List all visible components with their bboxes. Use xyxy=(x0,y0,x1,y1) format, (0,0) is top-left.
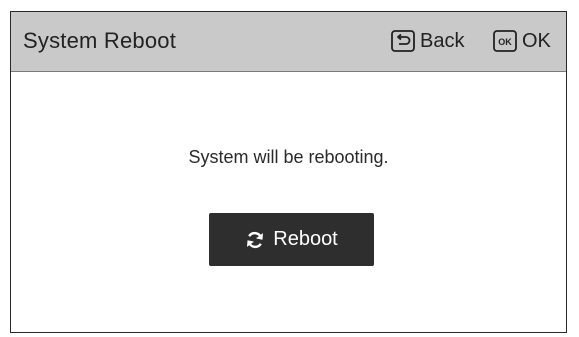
back-button[interactable]: Back xyxy=(391,29,464,53)
reboot-message: System will be rebooting. xyxy=(188,147,389,167)
ok-key-icon: OK xyxy=(493,30,517,52)
refresh-icon xyxy=(245,230,265,250)
reboot-dialog: System Reboot Back OK OK System will be … xyxy=(10,11,567,333)
reboot-button-label: Reboot xyxy=(273,228,338,250)
header-bar: System Reboot Back OK OK xyxy=(11,12,566,72)
page-title: System Reboot xyxy=(23,28,177,53)
back-label: Back xyxy=(420,30,465,52)
ok-label: OK xyxy=(522,30,551,52)
reboot-button[interactable]: Reboot xyxy=(209,213,374,266)
back-key-icon xyxy=(391,30,415,52)
ok-button[interactable]: OK OK xyxy=(493,29,551,53)
ok-key-text: OK xyxy=(498,37,512,47)
